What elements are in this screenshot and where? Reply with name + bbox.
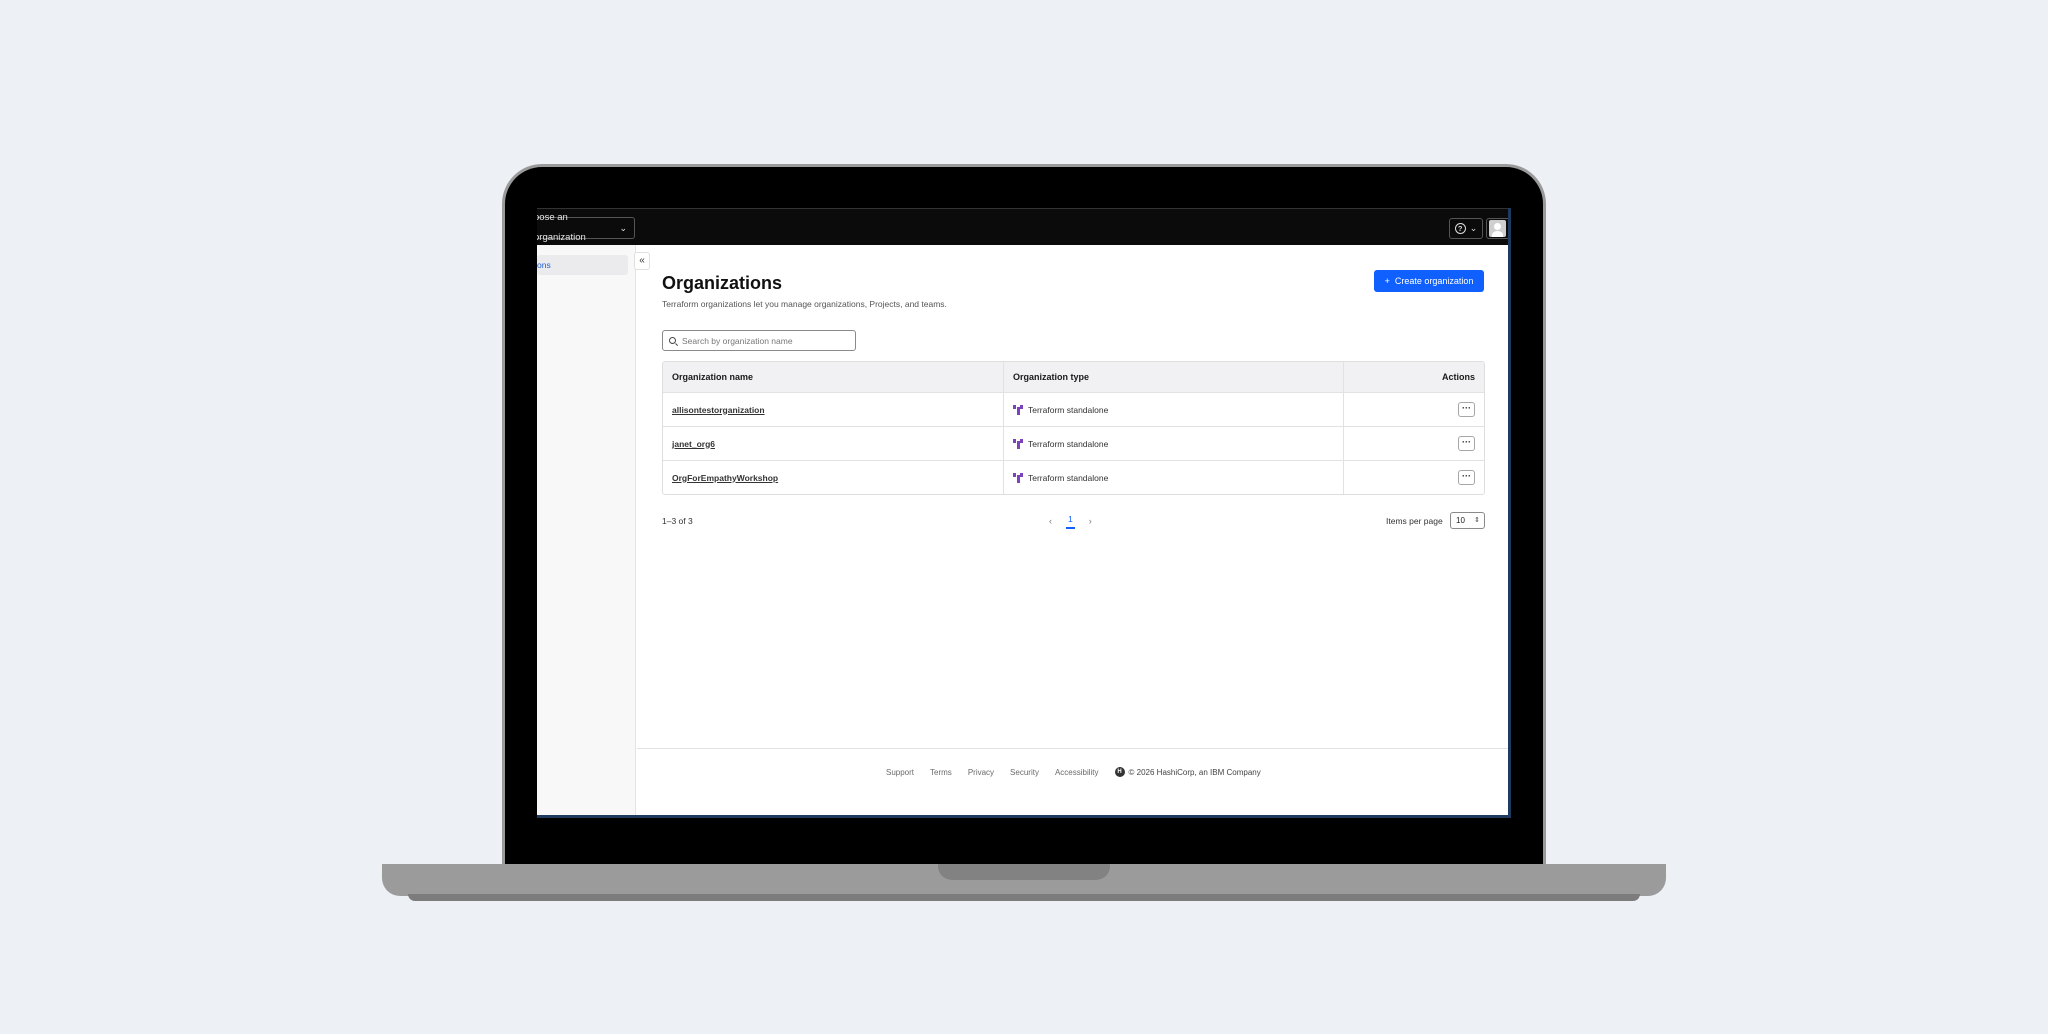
- chevron-down-icon: ⌄: [619, 223, 627, 233]
- table-row: OrgForEmpathyWorkshop Terraform standalo…: [663, 460, 1484, 494]
- organization-link[interactable]: OrgForEmpathyWorkshop: [672, 473, 778, 483]
- chevron-left-icon[interactable]: ‹: [1049, 516, 1052, 526]
- organization-picker[interactable]: oose an organization ⌄: [537, 212, 635, 243]
- footer-link-support[interactable]: Support: [886, 768, 914, 777]
- page-title: Organizations: [662, 273, 783, 293]
- laptop-notch: [938, 864, 1110, 880]
- chevron-right-icon[interactable]: ›: [1089, 516, 1092, 526]
- user-menu-button[interactable]: ⌄: [1486, 218, 1511, 239]
- copyright-text: © 2026 HashiCorp, an IBM Company: [1128, 767, 1261, 777]
- page-number-button[interactable]: 1: [1066, 512, 1075, 529]
- chevron-down-icon: ⌄: [1509, 223, 1511, 234]
- organization-type-label: Terraform standalone: [1028, 472, 1109, 483]
- copyright: H © 2026 HashiCorp, an IBM Company: [1114, 767, 1261, 777]
- footer-link-terms[interactable]: Terms: [930, 768, 952, 777]
- footer-link-privacy[interactable]: Privacy: [968, 768, 994, 777]
- sidebar-item-label: ons: [537, 260, 551, 270]
- pagination-range: 1–3 of 3: [662, 516, 693, 526]
- main-content: Organizations Terraform organizations le…: [637, 245, 1508, 815]
- organization-type-cell: Terraform standalone: [1004, 393, 1344, 426]
- table-header-row: Organization name Organization type Acti…: [663, 362, 1484, 392]
- organizations-table: Organization name Organization type Acti…: [662, 361, 1485, 495]
- search-input[interactable]: [682, 335, 852, 346]
- search-box[interactable]: [662, 330, 856, 351]
- terraform-icon: [1013, 438, 1023, 449]
- organization-name-cell: janet_org6: [663, 427, 1004, 460]
- page-subtitle: Terraform organizations let you manage o…: [662, 299, 947, 309]
- terraform-icon: [1013, 404, 1023, 415]
- items-per-page-label: Items per page: [1386, 516, 1443, 526]
- search-icon: [669, 337, 676, 344]
- hashicorp-logo-icon: H: [1114, 767, 1125, 777]
- top-navigation-bar: oose an organization ⌄ ? ⌄ ⌄: [537, 208, 1508, 245]
- column-header-actions: Actions: [1441, 372, 1475, 382]
- items-per-page-value: 10: [1456, 516, 1465, 525]
- organization-type-cell: Terraform standalone: [1004, 461, 1344, 494]
- avatar: [1489, 220, 1506, 237]
- organization-name-cell: OrgForEmpathyWorkshop: [663, 461, 1004, 494]
- plus-icon: +: [1384, 276, 1390, 286]
- app-screen: oose an organization ⌄ ? ⌄ ⌄ ons « Organ…: [537, 208, 1511, 818]
- table-row: janet_org6 Terraform standalone ···: [663, 426, 1484, 460]
- organization-type-cell: Terraform standalone: [1004, 427, 1344, 460]
- organization-name-cell: allisontestorganization: [663, 393, 1004, 426]
- more-actions-button[interactable]: ···: [1458, 402, 1475, 417]
- footer-link-security[interactable]: Security: [1010, 768, 1039, 777]
- column-header-organization-type[interactable]: Organization type: [1004, 362, 1344, 392]
- sidebar: ons: [537, 245, 636, 815]
- sidebar-item-organizations[interactable]: ons: [537, 255, 628, 275]
- help-menu-button[interactable]: ? ⌄: [1449, 218, 1483, 239]
- more-actions-button[interactable]: ···: [1458, 436, 1475, 451]
- organization-picker-label: oose an organization: [537, 212, 586, 243]
- pagination: 1–3 of 3 ‹ 1 › Items per page 10 ⇕: [662, 512, 1485, 532]
- more-actions-button[interactable]: ···: [1458, 470, 1475, 485]
- actions-cell: ···: [1344, 461, 1484, 494]
- help-icon: ?: [1454, 223, 1466, 234]
- footer-link-accessibility[interactable]: Accessibility: [1055, 768, 1099, 777]
- up-down-arrows-icon: ⇕: [1474, 517, 1480, 524]
- create-organization-button[interactable]: + Create organization: [1374, 270, 1484, 292]
- actions-cell: ···: [1344, 427, 1484, 460]
- create-organization-label: Create organization: [1394, 276, 1474, 286]
- laptop-base-shadow: [408, 894, 1640, 901]
- footer: Support Terms Privacy Security Accessibi…: [637, 748, 1508, 815]
- table-row: allisontestorganization Terraform standa…: [663, 392, 1484, 426]
- chevron-down-icon: ⌄: [1469, 223, 1478, 233]
- organization-type-label: Terraform standalone: [1028, 438, 1109, 449]
- pager: ‹ 1 ›: [1049, 512, 1092, 529]
- actions-cell: ···: [1344, 393, 1484, 426]
- terraform-icon: [1013, 472, 1023, 483]
- column-header-organization-name[interactable]: Organization name: [663, 362, 1004, 392]
- organization-link[interactable]: allisontestorganization: [672, 405, 765, 415]
- organization-type-label: Terraform standalone: [1028, 404, 1109, 415]
- items-per-page-select[interactable]: 10 ⇕: [1450, 512, 1485, 529]
- footer-links: Support Terms Privacy Security Accessibi…: [886, 767, 1261, 777]
- organization-link[interactable]: janet_org6: [672, 439, 715, 449]
